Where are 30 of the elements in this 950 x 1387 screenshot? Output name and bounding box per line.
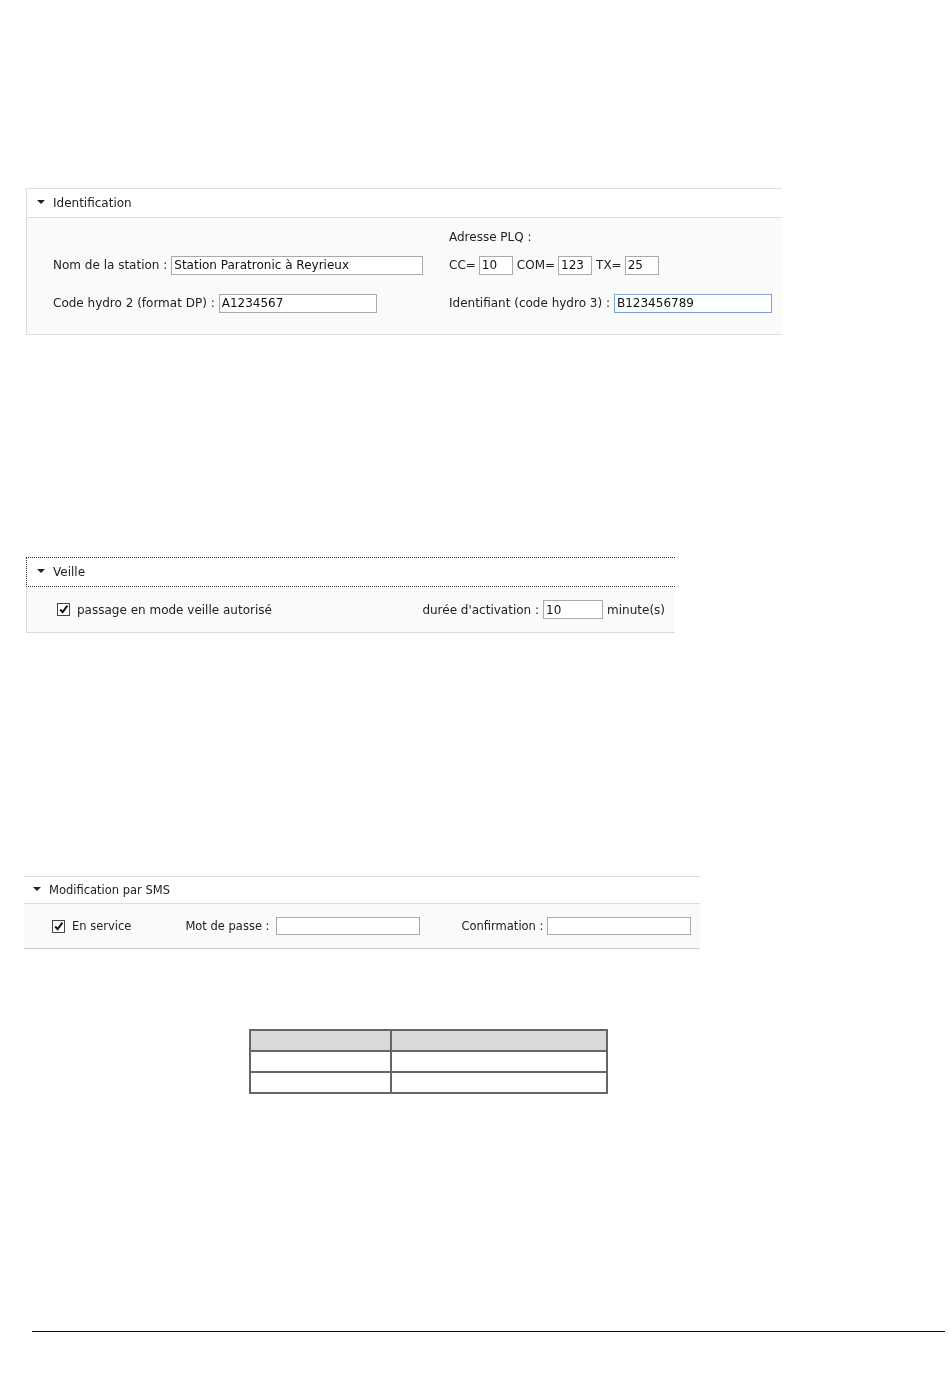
field-label: TX= [596,258,622,272]
input-field[interactable]: A1234567 [218,293,377,313]
checkbox[interactable] [52,919,65,933]
input-field[interactable]: 123 [558,255,593,275]
field-label: Identifiant (code hydro 3) : [449,296,610,310]
input-field[interactable]: 10 [478,255,513,275]
checkbox-label: passage en mode veille autorisé [77,602,272,617]
caret-icon [37,567,45,575]
field-label: durée d'activation : [422,602,540,617]
password-field[interactable] [547,917,692,935]
checkbox[interactable] [57,603,70,616]
field-label: Adresse PLQ : [449,230,532,244]
section-title: Identification [53,196,132,210]
password-field[interactable] [275,917,420,935]
section-title: Modification par SMS [49,883,170,897]
input-field[interactable]: B123456789 [614,293,772,313]
field-label: CC= [449,258,476,272]
section-title: Veille [53,565,86,579]
checkbox-label: En service [72,919,132,933]
field-label: Confirmation : [461,919,544,933]
caret-icon [37,198,45,206]
field-label: Mot de passe : [185,919,270,933]
field-label: Nom de la station : [53,258,168,272]
input-field[interactable]: 10 [543,600,604,619]
field-label: Code hydro 2 (format DP) : [53,296,215,310]
input-field[interactable]: 25 [624,255,659,275]
unit-label: minute(s) [607,602,665,617]
caret-icon [33,885,41,893]
field-label: COM= [516,258,556,272]
input-field[interactable]: Station Paratronic à Reyrieux [171,255,424,275]
